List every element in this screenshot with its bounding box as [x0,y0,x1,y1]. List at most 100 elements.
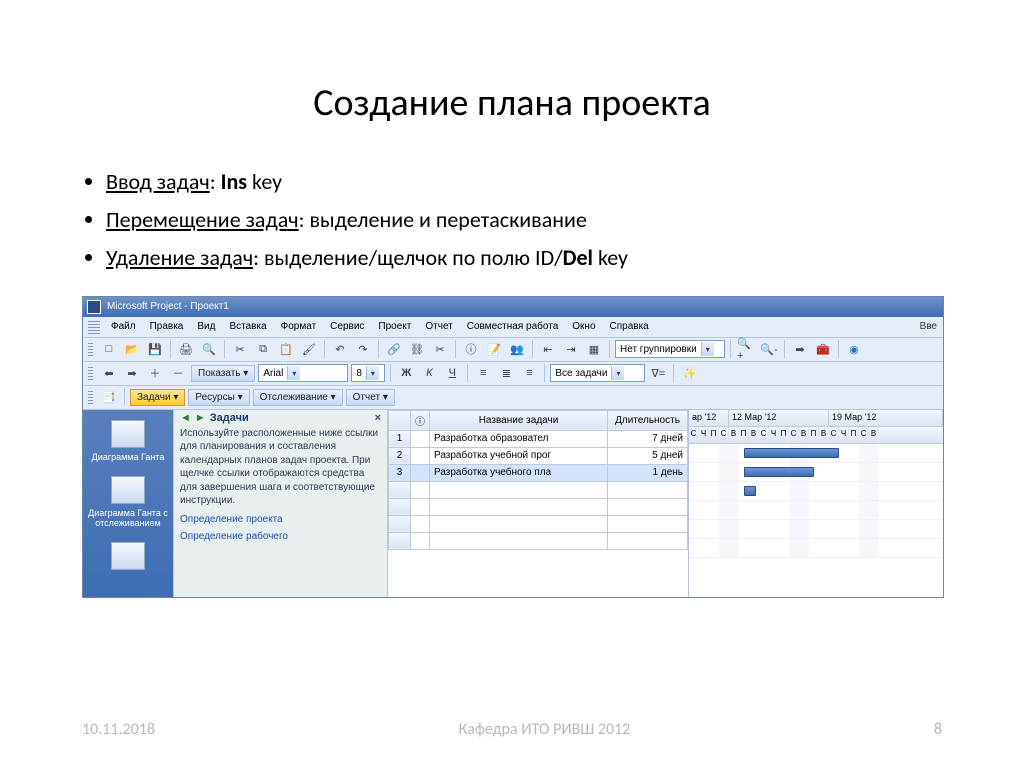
split-icon[interactable]: ✂ [430,339,450,359]
copy-icon[interactable]: ⧉ [253,339,273,359]
scroll-icon[interactable]: ▦ [584,339,604,359]
guide-toggle-icon[interactable]: 📑 [99,387,119,407]
underline-icon[interactable]: Ч [442,363,462,383]
table-row[interactable]: 2 Разработка учебной прог 5 дней [389,447,688,464]
bullet-3: Удаление задач: выделение/щелчок по полю… [106,242,942,274]
assign-icon[interactable]: 👥 [507,339,527,359]
col-name[interactable]: Название задачи [430,410,608,430]
menu-view[interactable]: Вид [191,319,221,334]
view-gantt[interactable]: Диаграмма Ганта [87,420,169,462]
grip-icon [88,320,100,334]
print-icon[interactable]: 🖨 [176,339,196,359]
undo-icon[interactable]: ↶ [330,339,350,359]
gantt-bar[interactable] [744,486,756,496]
preview-icon[interactable]: 🔍 [199,339,219,359]
menu-tools[interactable]: Сервис [324,319,370,334]
chevron-down-icon: ▾ [611,366,624,380]
footer-page: 8 [934,720,942,739]
align-right-icon[interactable]: ≡ [519,363,539,383]
italic-icon[interactable]: К [419,363,439,383]
group-combo[interactable]: Нет группировки▾ [615,340,725,358]
bullet-1-underline: Ввод задач [106,168,210,195]
gantt-bar[interactable] [744,467,814,477]
menu-report[interactable]: Отчет [419,319,458,334]
open-icon[interactable]: 📂 [122,339,142,359]
task-dur-cell[interactable]: 7 дней [608,430,688,447]
new-icon[interactable]: □ [99,339,119,359]
outdent-icon[interactable]: ⇤ [538,339,558,359]
goto-icon[interactable]: ➡ [790,339,810,359]
menu-edit[interactable]: Правка [144,319,190,334]
task-guide: ◄ ► Задачи × Используйте расположенные н… [173,410,388,597]
align-left-icon[interactable]: ≡ [473,363,493,383]
zoom-in-icon[interactable]: 🔍+ [736,339,756,359]
tab-report[interactable]: Отчет ▾ [346,389,395,406]
autofilter-icon[interactable]: ∇= [648,363,668,383]
task-name-cell[interactable]: Разработка учебной прог [430,447,608,464]
paste-icon[interactable]: 📋 [276,339,296,359]
bold-icon[interactable]: Ж [396,363,416,383]
table-row[interactable]: 1 Разработка образовател 7 дней [389,430,688,447]
menu-format[interactable]: Формат [275,319,323,334]
menu-window[interactable]: Окно [566,319,601,334]
search-fragment[interactable]: Вве [914,319,943,334]
filter-combo[interactable]: Все задачи▾ [550,364,645,382]
minus-icon[interactable]: － [168,363,188,383]
task-dur-cell[interactable]: 5 дней [608,447,688,464]
view-more[interactable] [87,542,169,574]
link-icon[interactable]: 🔗 [384,339,404,359]
outdent2-icon[interactable]: ⬅ [99,363,119,383]
font-combo[interactable]: Arial▾ [258,364,348,382]
menu-help[interactable]: Справка [604,319,655,334]
col-duration[interactable]: Длительность [608,410,688,430]
back-icon[interactable]: ◄ [180,412,191,424]
guide-link-1[interactable]: Определение проекта [180,514,381,525]
size-combo[interactable]: 8▾ [351,364,385,382]
help-icon[interactable]: ◉ [844,339,864,359]
bullet-1: Ввод задач: Ins key [106,166,942,198]
info-icon[interactable]: ⓘ [461,339,481,359]
task-name-cell[interactable]: Разработка образовател [430,430,608,447]
show-button[interactable]: Показать ▾ [191,365,255,382]
view-gantt-tracking[interactable]: Диаграмма Ганта с отслеживанием [87,476,169,528]
cut-icon[interactable]: ✂ [230,339,250,359]
guide-link-2[interactable]: Определение рабочего [180,531,381,542]
table-row-empty[interactable] [389,532,688,549]
task-name-cell[interactable]: Разработка учебного пла [430,464,608,481]
table-row[interactable]: 3 Разработка учебного пла 1 день [389,464,688,481]
gantt-bar[interactable] [744,448,839,458]
tab-resources[interactable]: Ресурсы ▾ [188,389,249,406]
table-row-empty[interactable] [389,481,688,498]
menu-collab[interactable]: Совместная работа [461,319,565,334]
table-row-empty[interactable] [389,498,688,515]
align-center-icon[interactable]: ≣ [496,363,516,383]
chevron-down-icon: ▾ [701,342,714,356]
unlink-icon[interactable]: ⛓ [407,339,427,359]
menu-file[interactable]: Файл [105,319,142,334]
gantt-row [689,482,943,501]
indent2-icon[interactable]: ➡ [122,363,142,383]
tab-tracking[interactable]: Отслеживание ▾ [253,389,343,406]
col-info[interactable]: ⓘ [411,410,430,430]
save-icon[interactable]: 💾 [145,339,165,359]
task-dur-cell[interactable]: 1 день [608,464,688,481]
redo-icon[interactable]: ↷ [353,339,373,359]
bullet-3-underline: Удаление задач [106,244,253,271]
format-painter-icon[interactable]: 🖌 [299,339,319,359]
menu-insert[interactable]: Вставка [223,319,272,334]
wizard-icon[interactable]: ✨ [679,363,699,383]
toolbar-2: ⬅ ➡ ＋ － Показать ▾ Arial▾ 8▾ Ж К Ч ≡ ≣ ≡… [83,362,943,386]
bullet-2-underline: Перемещение задач [106,206,299,233]
zoom-out-icon[interactable]: 🔍- [759,339,779,359]
plus-icon[interactable]: ＋ [145,363,165,383]
menu-project[interactable]: Проект [372,319,417,334]
indent-icon[interactable]: ⇥ [561,339,581,359]
col-rownum[interactable] [389,410,411,430]
table-row-empty[interactable] [389,515,688,532]
tab-tasks[interactable]: Задачи ▾ [130,389,185,406]
note-icon[interactable]: 📝 [484,339,504,359]
toolbox-icon[interactable]: 🧰 [813,339,833,359]
slide-title: Создание плана проекта [82,80,942,126]
close-icon[interactable]: × [375,412,381,424]
forward-icon[interactable]: ► [195,412,206,424]
